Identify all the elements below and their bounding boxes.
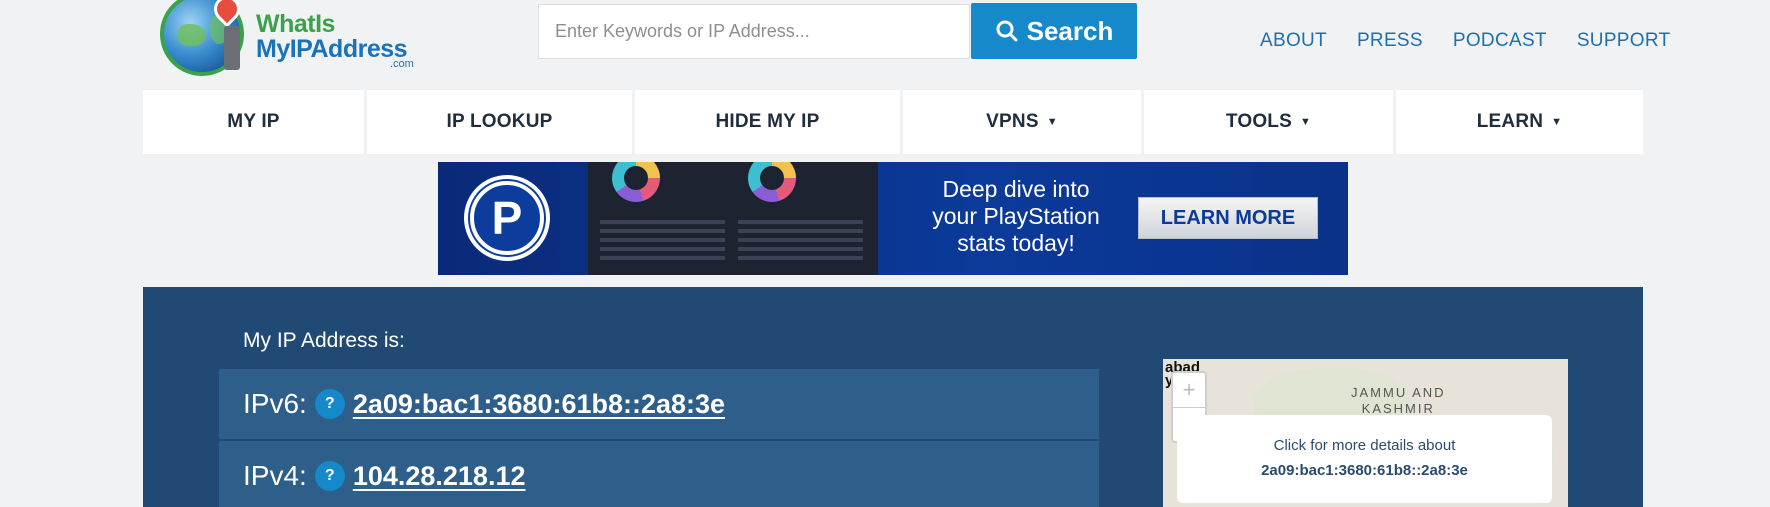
ipv4-value[interactable]: 104.28.218.12 [353,461,526,492]
main-nav: MY IP IP LOOKUP HIDE MY IP VPNS ▼ TOOLS … [143,90,1643,154]
search-button[interactable]: Search [971,3,1137,59]
nav-vpns[interactable]: VPNS ▼ [903,90,1141,154]
ad-screenshot [588,162,878,275]
nav-label: TOOLS [1225,111,1292,132]
ip-heading: My IP Address is: [243,329,405,352]
nav-label: HIDE MY IP [715,111,820,132]
nav-label: MY IP [227,111,280,132]
ipv6-value[interactable]: 2a09:bac1:3680:61b8::2a8:3e [353,389,725,420]
ad-logo: P [464,175,550,261]
help-icon[interactable]: ? [314,389,345,419]
link-podcast[interactable]: PODCAST [1453,30,1547,52]
map-popup[interactable]: Click for more details about 2a09:bac1:3… [1177,415,1552,503]
nav-tools[interactable]: TOOLS ▼ [1144,90,1393,154]
logo-text-com: .com [390,58,414,70]
donut-chart-icon [612,162,660,202]
caret-down-icon: ▼ [1300,116,1312,128]
site-logo[interactable]: WhatIs MyIPAddress .com [160,0,430,82]
info-i-icon [224,26,240,70]
search-box [538,4,970,59]
ipv6-label: IPv6: [243,388,307,419]
nav-hide-my-ip[interactable]: HIDE MY IP [635,90,900,154]
ipv4-label: IPv4: [243,460,307,491]
nav-label: VPNS [986,111,1039,132]
link-press[interactable]: PRESS [1357,30,1423,52]
caret-down-icon: ▼ [1551,116,1563,128]
link-about[interactable]: ABOUT [1260,30,1327,52]
ipv6-row: IPv6: ? 2a09:bac1:3680:61b8::2a8:3e [219,369,1099,439]
nav-label: IP LOOKUP [446,111,553,132]
ad-banner[interactable]: P Deep dive into your PlayStation stats … [438,162,1348,275]
help-icon[interactable]: ? [314,461,345,491]
nav-ip-lookup[interactable]: IP LOOKUP [367,90,632,154]
map-region-label: JAMMU AND KASHMIR [1351,385,1446,416]
search-icon [996,20,1018,42]
nav-learn[interactable]: LEARN ▼ [1396,90,1643,154]
map-popup-text: Click for more details about [1273,437,1456,454]
nav-label: LEARN [1476,111,1544,132]
zoom-in-button[interactable]: + [1173,373,1205,407]
ipv4-row: IPv4: ? 104.28.218.12 [219,441,1099,507]
ad-promo-text: Deep dive into your PlayStation stats to… [932,176,1100,256]
logo-text-myipaddress: MyIPAddress [256,35,408,63]
nav-my-ip[interactable]: MY IP [143,90,364,154]
donut-chart-icon [748,162,796,202]
map-popup-ip: 2a09:bac1:3680:61b8::2a8:3e [1261,462,1468,479]
search-input[interactable] [539,5,969,58]
location-map[interactable]: abad y. JAMMU AND KASHMIR + − Click for … [1163,359,1568,507]
ad-learn-more-button[interactable]: LEARN MORE [1138,197,1318,239]
link-support[interactable]: SUPPORT [1577,30,1671,52]
logo-text-whatis: WhatIs [256,10,335,38]
caret-down-icon: ▼ [1046,116,1058,128]
ip-panel: My IP Address is: IPv6: ? 2a09:bac1:3680… [143,287,1643,507]
search-button-label: Search [1026,15,1114,46]
top-links: ABOUT PRESS PODCAST SUPPORT [1260,30,1670,52]
ad-logo-letter: P [470,181,544,255]
